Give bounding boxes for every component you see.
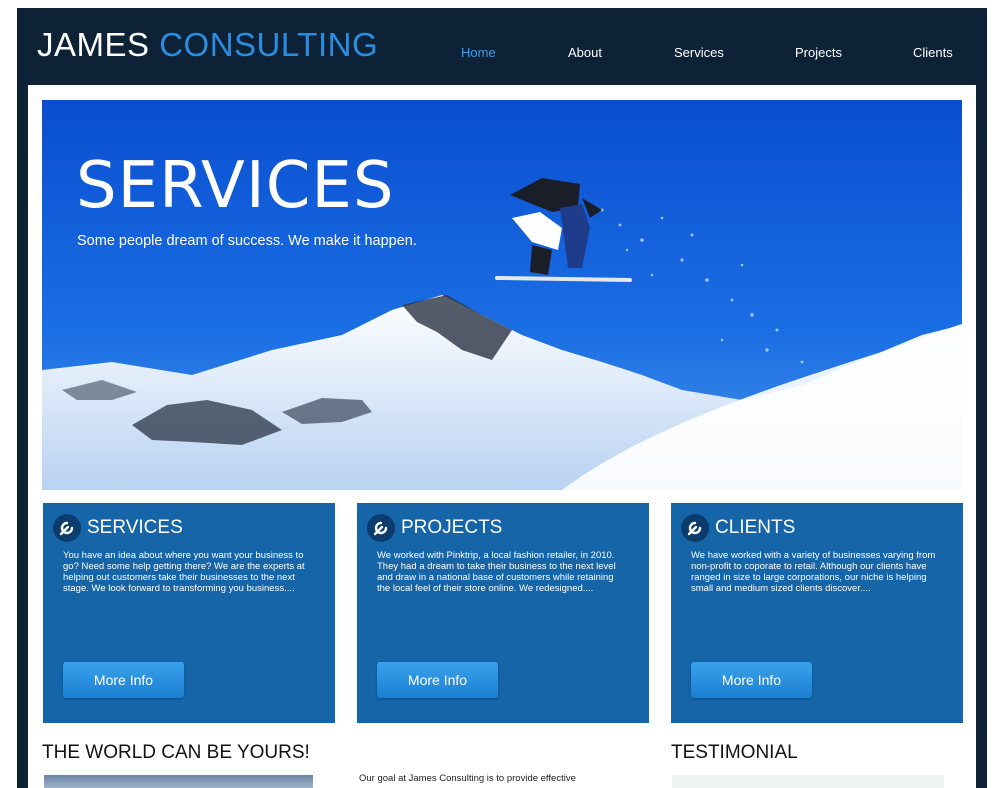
nav-about[interactable]: About [568,45,602,60]
testimonial-heading: TESTIMONIAL [671,742,798,763]
card-title: CLIENTS [715,517,796,538]
nav-home[interactable]: Home [461,45,496,60]
hero-subtitle: Some people dream of success. We make it… [77,233,417,249]
more-info-button[interactable]: More Info [63,662,184,698]
wrench-icon [367,514,395,542]
wrench-icon [681,514,709,542]
testimonial-box [672,775,944,788]
card-title: SERVICES [87,517,183,538]
logo-text-accent: CONSULTING [159,26,379,63]
card-text: We worked with Pinktrip, a local fashion… [377,550,616,594]
card-text: We have worked with a variety of busines… [691,550,936,594]
site-header: JAMES CONSULTING Home About Services Pro… [17,8,987,85]
hero-banner: SERVICES Some people dream of success. W… [42,100,962,490]
page-content: SERVICES Some people dream of success. W… [28,85,976,788]
nav-services[interactable]: Services [674,45,724,60]
wrench-icon [53,514,81,542]
hero-title: SERVICES [76,149,395,223]
services-card: SERVICES You have an idea about where yo… [43,503,335,723]
card-text: You have an idea about where you want yo… [63,550,305,594]
world-heading: THE WORLD CAN BE YOURS! [42,742,310,763]
more-info-button[interactable]: More Info [691,662,812,698]
goal-text: Our goal at James Consulting is to provi… [359,773,576,784]
projects-card: PROJECTS We worked with Pinktrip, a loca… [357,503,649,723]
nav-projects[interactable]: Projects [795,45,842,60]
clients-card: CLIENTS We have worked with a variety of… [671,503,963,723]
world-image [44,775,313,788]
logo-text-primary: JAMES [37,26,150,63]
more-info-button[interactable]: More Info [377,662,498,698]
site-frame: JAMES CONSULTING Home About Services Pro… [17,8,987,788]
nav-clients[interactable]: Clients [913,45,953,60]
site-logo[interactable]: JAMES CONSULTING [37,26,378,64]
card-title: PROJECTS [401,517,503,538]
